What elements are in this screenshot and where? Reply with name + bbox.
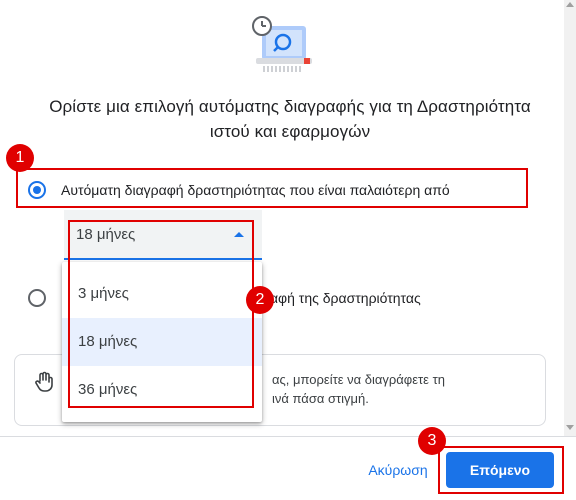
info-text: ας, μπορείτε να διαγράφετε τη ινά πάσα σ… — [272, 370, 522, 408]
hand-gesture-icon — [33, 371, 55, 393]
auto-delete-illustration — [248, 14, 318, 76]
highlight-box-3 — [438, 446, 564, 494]
info-text-line-2: ινά πάσα στιγμή. — [272, 391, 369, 406]
step-badge-1: 1 — [6, 144, 34, 172]
footer-divider — [0, 436, 576, 437]
highlight-box-1 — [16, 168, 528, 208]
highlight-box-2 — [68, 220, 254, 408]
dialog-title: Ορίστε μια επιλογή αυτόματης διαγραφής γ… — [49, 97, 531, 141]
scroll-up-arrow-icon[interactable] — [566, 2, 574, 7]
manual-delete-radio[interactable] — [28, 289, 46, 307]
scroll-down-arrow-icon[interactable] — [566, 425, 574, 430]
info-text-line-1: ας, μπορείτε να διαγράφετε τη — [272, 372, 445, 387]
scrollbar[interactable] — [564, 0, 576, 436]
step-badge-3: 3 — [418, 427, 446, 455]
step-badge-2: 2 — [246, 286, 274, 314]
manual-delete-label: ραφή της δραστηριότητας — [262, 290, 421, 306]
manual-delete-option[interactable] — [28, 288, 46, 308]
cancel-button[interactable]: Ακύρωση — [358, 456, 438, 484]
